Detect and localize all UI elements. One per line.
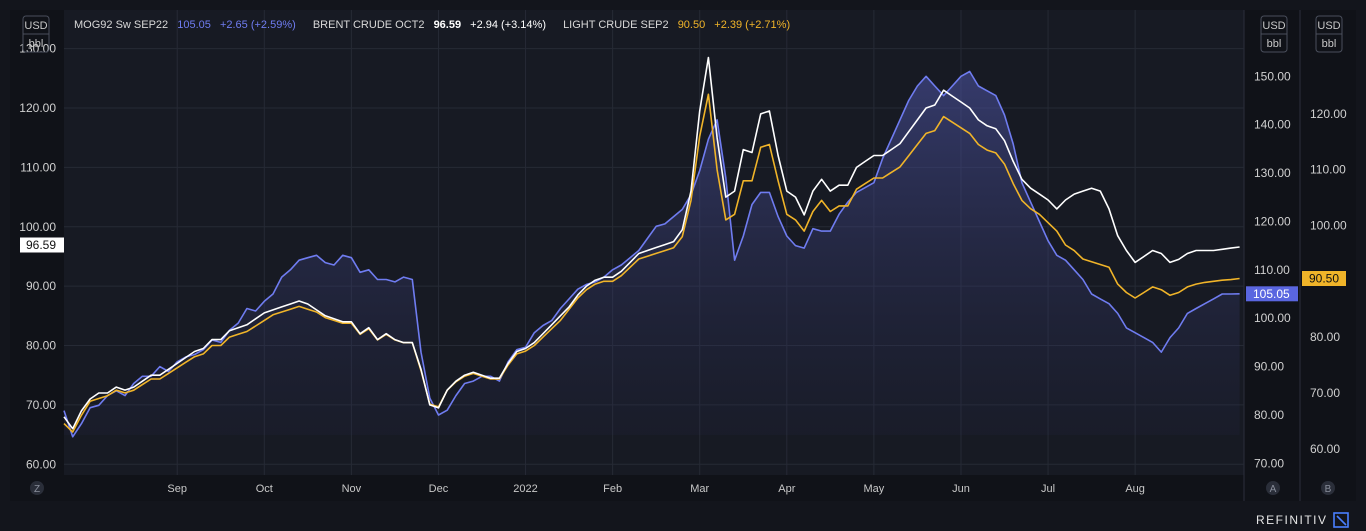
legend-light-change: +2.39 (+2.71%) — [714, 19, 790, 31]
right-last-value-text: 90.50 — [1309, 272, 1339, 286]
mid-last-value-text: 105.05 — [1253, 287, 1290, 301]
mid-tick-label: 90.00 — [1254, 360, 1284, 374]
x-axis-panel — [10, 475, 1356, 501]
mid-tick-label: 70.00 — [1254, 456, 1284, 470]
left-unit-bottom: bbl — [29, 38, 44, 50]
left-scale-button-label: Z — [34, 484, 40, 495]
legend-mog-value: 105.05 — [177, 19, 211, 31]
legend-mog-name: MOG92 Sw SEP22 — [74, 19, 168, 31]
right-last-value-tag: 90.50 — [1302, 271, 1346, 286]
legend-mog-change: +2.65 (+2.59%) — [220, 19, 296, 31]
right-unit-top: USD — [1317, 20, 1340, 32]
left-tick-label: 90.00 — [26, 279, 56, 293]
legend-light-value: 90.50 — [678, 19, 706, 31]
x-tick-label: Oct — [256, 483, 273, 495]
left-tick-label: 80.00 — [26, 339, 56, 353]
right-tick-label: 120.00 — [1310, 107, 1347, 121]
x-tick-label: Mar — [690, 483, 709, 495]
x-tick-label: 2022 — [513, 483, 537, 495]
legend-brent-name: BRENT CRUDE OCT2 — [313, 19, 425, 31]
x-tick-label: Jun — [952, 483, 970, 495]
mid-tick-label: 120.00 — [1254, 214, 1291, 228]
brand-logo: REFINITIV — [1256, 513, 1328, 527]
mid-tick-label: 150.00 — [1254, 69, 1291, 83]
left-scale-button[interactable]: Z — [30, 481, 44, 495]
left-last-value-text: 96.59 — [26, 238, 56, 252]
mid-tick-label: 110.00 — [1254, 263, 1290, 277]
mid-tick-label: 140.00 — [1254, 118, 1291, 132]
right-scale-button-label: B — [1325, 484, 1332, 495]
x-tick-label: Aug — [1125, 483, 1145, 495]
x-tick-label: Sep — [167, 483, 187, 495]
x-tick-label: Nov — [342, 483, 362, 495]
legend-brent-value: 96.59 — [434, 19, 462, 31]
mid-tick-label: 100.00 — [1254, 311, 1291, 325]
mid-unit-bottom: bbl — [1267, 38, 1282, 50]
legend-light-name: LIGHT CRUDE SEP2 — [563, 19, 669, 31]
right-tick-label: 60.00 — [1310, 442, 1340, 456]
legend-brent-change: +2.94 (+3.14%) — [470, 19, 546, 31]
mid-tick-label: 80.00 — [1254, 408, 1284, 422]
brand-icon — [1333, 512, 1349, 528]
right-tick-label: 80.00 — [1310, 330, 1340, 344]
right-tick-label: 110.00 — [1310, 163, 1346, 177]
x-tick-label: Apr — [778, 483, 795, 495]
right-tick-label: 70.00 — [1310, 386, 1340, 400]
mid-last-value-tag: 105.05 — [1246, 286, 1298, 302]
left-tick-label: 100.00 — [19, 220, 56, 234]
left-tick-label: 110.00 — [20, 160, 56, 174]
right-tick-label: 100.00 — [1310, 218, 1347, 232]
mid-scale-button[interactable]: A — [1266, 481, 1280, 495]
mid-scale-button-label: A — [1270, 484, 1277, 495]
x-tick-label: Feb — [603, 483, 622, 495]
left-tick-label: 60.00 — [26, 457, 56, 471]
chart-container: 60.00 70.00 80.00 90.00 100.00 110.00 120.00 13… — [0, 0, 1366, 531]
right-unit-bottom: bbl — [1322, 38, 1337, 50]
x-tick-label: Jul — [1041, 483, 1055, 495]
left-last-value-tag: 96.59 — [20, 237, 64, 253]
left-unit-top: USD — [24, 20, 47, 32]
price-chart: 60.00 70.00 80.00 90.00 100.00 110.00 120.00 13… — [10, 10, 1356, 528]
x-tick-label: May — [863, 483, 884, 495]
x-tick-label: Dec — [429, 483, 449, 495]
mid-unit-top: USD — [1262, 20, 1285, 32]
right-axis-panel — [1300, 10, 1356, 475]
left-tick-label: 70.00 — [26, 398, 56, 412]
mid-tick-label: 130.00 — [1254, 166, 1291, 180]
right-scale-button[interactable]: B — [1321, 481, 1335, 495]
left-tick-label: 120.00 — [19, 101, 56, 115]
